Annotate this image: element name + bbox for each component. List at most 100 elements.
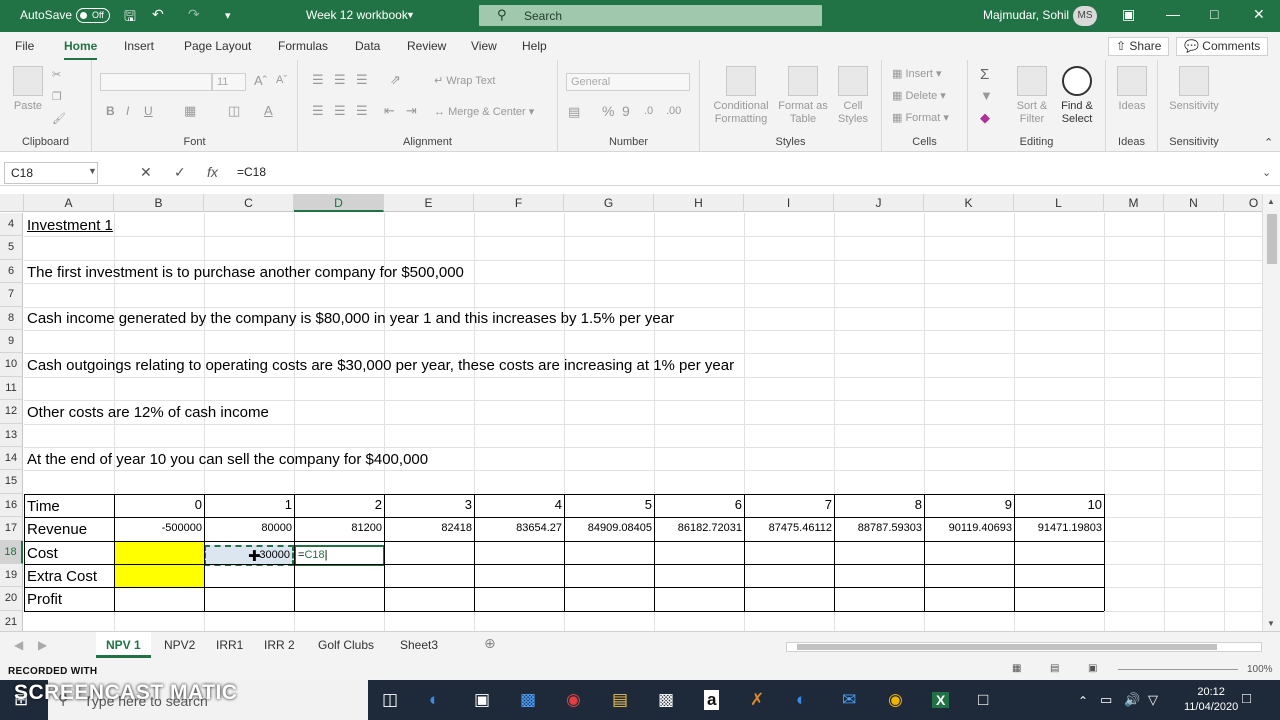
- tab-file[interactable]: File: [15, 39, 34, 53]
- cell-b17-revenue[interactable]: -500000: [114, 522, 204, 534]
- close-icon[interactable]: ✕: [1253, 6, 1265, 23]
- cell-a4-investment-title[interactable]: Investment 1: [27, 217, 113, 234]
- cancel-entry-icon[interactable]: ✕: [140, 164, 152, 181]
- cell-k16-time[interactable]: 9: [924, 497, 1014, 512]
- cell-f17-revenue[interactable]: 83654.27: [474, 522, 564, 534]
- row-header-20[interactable]: 20: [0, 587, 23, 611]
- cell-j17-revenue[interactable]: 88787.59303: [834, 522, 924, 534]
- tab-home[interactable]: Home: [64, 39, 98, 61]
- cell-g16-time[interactable]: 5: [564, 497, 654, 512]
- clear-icon[interactable]: ◆: [980, 110, 990, 126]
- tab-insert[interactable]: Insert: [124, 39, 154, 53]
- row-header-21[interactable]: 21: [0, 610, 23, 631]
- row-header-15[interactable]: 15: [0, 470, 23, 494]
- cell-a17-revenue[interactable]: Revenue: [27, 521, 87, 538]
- maximize-icon[interactable]: □: [1210, 6, 1218, 22]
- cell-c17-revenue[interactable]: 80000: [204, 522, 294, 534]
- tab-formulas[interactable]: Formulas: [278, 39, 328, 53]
- remote-desktop-icon[interactable]: ▩: [520, 690, 536, 710]
- align-right-icon[interactable]: ☰: [356, 103, 368, 119]
- font-name-dropdown[interactable]: [100, 73, 212, 91]
- task-view-icon[interactable]: ◫: [382, 690, 398, 710]
- collapse-ribbon-icon[interactable]: ⌃: [1264, 136, 1273, 149]
- volume-icon[interactable]: 🔊: [1124, 692, 1140, 708]
- col-header-c[interactable]: C: [204, 194, 294, 212]
- align-bottom-icon[interactable]: ☰: [356, 72, 368, 88]
- zoom-slider[interactable]: [1118, 669, 1238, 670]
- col-header-o[interactable]: O: [1224, 194, 1262, 212]
- zoom-level[interactable]: 100%: [1247, 664, 1273, 675]
- cell-e17-revenue[interactable]: 82418: [384, 522, 474, 534]
- insert-cells-button[interactable]: ▦ Insert ▾: [892, 67, 942, 80]
- row-header-12[interactable]: 12: [0, 400, 23, 424]
- amazon-icon[interactable]: a: [704, 690, 720, 710]
- cell-a19-extra-cost[interactable]: Extra Cost: [27, 568, 97, 585]
- tab-data[interactable]: Data: [355, 39, 380, 53]
- cell-a10-text[interactable]: Cash outgoings relating to operating cos…: [27, 357, 734, 374]
- cell-i17-revenue[interactable]: 87475.46112: [744, 522, 834, 534]
- ideas-button[interactable]: Ideas: [1112, 66, 1152, 113]
- col-header-l[interactable]: L: [1014, 194, 1104, 212]
- col-header-n[interactable]: N: [1164, 194, 1224, 212]
- ribbon-display-icon[interactable]: ▣: [1122, 6, 1135, 23]
- decrease-indent-icon[interactable]: ⇤: [384, 103, 395, 119]
- cell-a12-text[interactable]: Other costs are 12% of cash income: [27, 404, 269, 421]
- orientation-icon[interactable]: ⇗: [390, 72, 401, 88]
- add-sheet-icon[interactable]: ⊕: [474, 632, 506, 658]
- expand-formula-icon[interactable]: ⌄: [1262, 166, 1271, 179]
- cell-a8-text[interactable]: Cash income generated by the company is …: [27, 310, 674, 327]
- grow-font-icon[interactable]: Aˆ: [254, 73, 267, 88]
- taskbar-app-icon[interactable]: ▩: [658, 690, 674, 710]
- tab-view[interactable]: View: [471, 39, 497, 53]
- row-header-11[interactable]: 11: [0, 376, 23, 401]
- user-name[interactable]: Majmudar, Sohil: [983, 8, 1069, 22]
- find-select-button[interactable]: Find & Select: [1054, 66, 1100, 126]
- sheet-tab-golf-clubs[interactable]: Golf Clubs: [308, 632, 384, 658]
- cell-l17-revenue[interactable]: 91471.19803: [1014, 522, 1104, 534]
- row-header-4[interactable]: 4: [0, 213, 23, 237]
- col-header-i[interactable]: I: [744, 194, 834, 212]
- chrome-icon[interactable]: ◉: [888, 690, 903, 710]
- decrease-decimal-icon[interactable]: .00: [666, 105, 681, 117]
- store-icon[interactable]: ▣: [474, 690, 490, 710]
- comments-button[interactable]: 💬 Comments: [1176, 37, 1269, 56]
- autosum-icon[interactable]: Σ: [980, 66, 989, 83]
- save-icon[interactable]: 🖫: [124, 6, 136, 30]
- customize-toolbar-icon[interactable]: ▾: [225, 9, 231, 22]
- avatar[interactable]: MS: [1073, 6, 1097, 26]
- comma-icon[interactable]: 9: [622, 103, 630, 119]
- increase-decimal-icon[interactable]: .0: [644, 105, 653, 117]
- row-header-17[interactable]: 17: [0, 517, 23, 541]
- cell-l16-time[interactable]: 10: [1014, 497, 1104, 512]
- number-format-dropdown[interactable]: General: [566, 73, 690, 91]
- document-title[interactable]: Week 12 workbook: [306, 8, 408, 22]
- select-all-corner[interactable]: [0, 194, 24, 212]
- horizontal-scrollbar[interactable]: [786, 642, 1262, 652]
- row-header-7[interactable]: 7: [0, 283, 23, 307]
- snipping-icon[interactable]: □: [978, 690, 988, 710]
- cell-j16-time[interactable]: 8: [834, 497, 924, 512]
- borders-icon[interactable]: ▦: [184, 103, 196, 119]
- file-explorer-icon[interactable]: ▤: [612, 690, 628, 710]
- taskbar-clock[interactable]: 20:12 11/04/2020: [1184, 685, 1238, 715]
- autosave-toggle[interactable]: Off: [76, 8, 110, 23]
- format-cells-button[interactable]: ▦ Format ▾: [892, 111, 949, 124]
- insert-function-icon[interactable]: fx: [207, 164, 218, 180]
- merge-center-button[interactable]: ↔ Merge & Center ▾: [434, 105, 534, 118]
- wrap-text-button[interactable]: ↵ Wrap Text: [434, 74, 495, 87]
- conditional-formatting-button[interactable]: Conditional Formatting: [710, 66, 772, 126]
- delete-cells-button[interactable]: ▦ Delete ▾: [892, 89, 946, 102]
- cell-d16-time[interactable]: 2: [294, 497, 384, 512]
- cell-a18-cost[interactable]: Cost: [27, 545, 58, 562]
- name-box-dropdown-icon[interactable]: ▼: [88, 166, 97, 176]
- cell-c16-time[interactable]: 1: [204, 497, 294, 512]
- font-size-dropdown[interactable]: 11: [212, 73, 246, 91]
- percent-icon[interactable]: %: [602, 103, 614, 119]
- row-header-5[interactable]: 5: [0, 236, 23, 260]
- cell-d18-editing[interactable]: =C18|: [294, 545, 385, 566]
- shrink-font-icon[interactable]: Aˇ: [276, 74, 287, 86]
- recorder-icon[interactable]: ◉: [566, 690, 581, 710]
- format-painter-icon[interactable]: 🖌: [52, 112, 66, 125]
- horizontal-scroll-thumb[interactable]: [797, 644, 1217, 650]
- row-header-6[interactable]: 6: [0, 259, 23, 284]
